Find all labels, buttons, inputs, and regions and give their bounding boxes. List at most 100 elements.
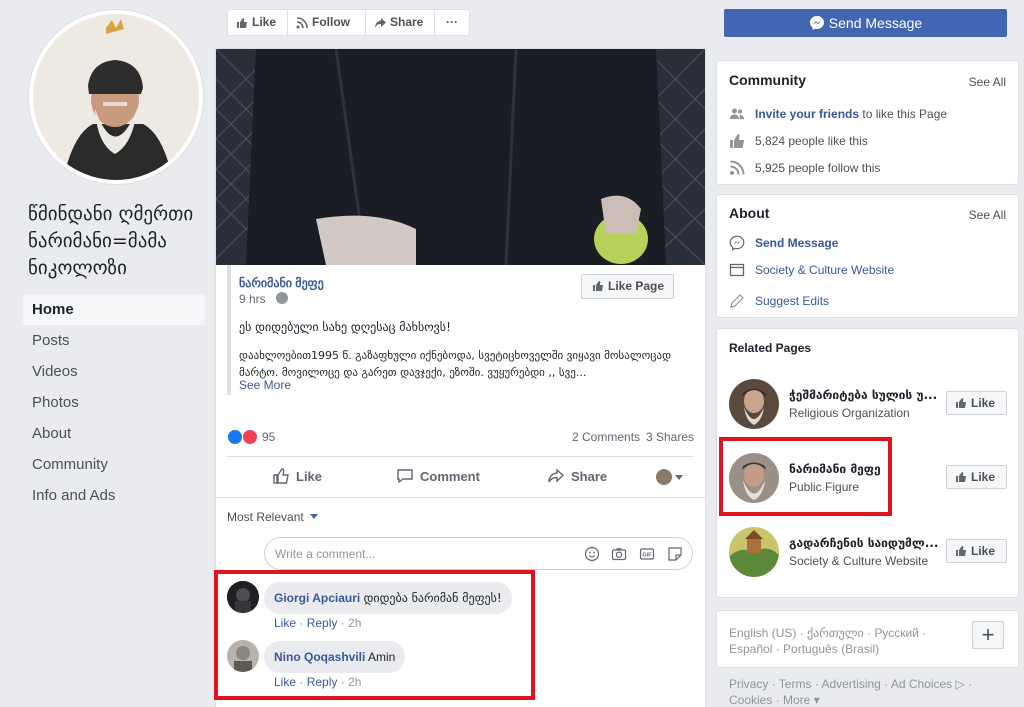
- send-message-button[interactable]: Send Message: [724, 9, 1007, 37]
- thumbs-up-icon: [730, 134, 744, 148]
- browser-window-icon: [729, 263, 745, 277]
- related-page-avatar[interactable]: [729, 527, 779, 577]
- language-list[interactable]: English (US) · ქართული · Русский ·: [729, 626, 926, 640]
- reaction-count[interactable]: 95: [262, 430, 275, 444]
- post-like-button[interactable]: Like: [272, 466, 322, 490]
- messenger-icon: [809, 16, 824, 30]
- community-card: Community See All Invite your friends to…: [716, 60, 1019, 185]
- about-card: About See All Send Message Society & Cul…: [716, 194, 1019, 318]
- share-label: Share: [571, 469, 608, 484]
- related-page-category: Religious Organization: [789, 406, 910, 420]
- post-share-button[interactable]: Share: [547, 466, 607, 490]
- about-send-message-link[interactable]: Send Message: [755, 236, 838, 250]
- chevron-down-icon: [310, 514, 319, 519]
- audience-selector[interactable]: [656, 469, 684, 485]
- post-text-line: დაახლოებით1995 წ. გაზაფხული იქნებოდა, სვ…: [239, 349, 672, 362]
- follow-button[interactable]: Follow: [288, 10, 366, 35]
- see-more-link[interactable]: See More: [239, 378, 291, 392]
- rss-icon: [730, 160, 745, 175]
- pencil-icon: [730, 294, 744, 308]
- nav-item-videos[interactable]: Videos: [23, 356, 205, 387]
- commenter-avatar[interactable]: [227, 581, 259, 613]
- category-link[interactable]: Society & Culture Website: [755, 263, 894, 277]
- camera-icon[interactable]: [611, 546, 627, 562]
- related-page-like-button[interactable]: Like: [946, 539, 1007, 563]
- thumbs-up-icon: [593, 281, 603, 291]
- like-label: Like: [252, 15, 277, 29]
- shared-post-author[interactable]: ნარიმანი მეფე: [239, 276, 324, 290]
- gif-icon[interactable]: GIF: [639, 546, 655, 562]
- about-send-message-row: Send Message: [729, 235, 838, 251]
- post-timestamp[interactable]: 9 hrs: [239, 292, 266, 306]
- comment-author[interactable]: Nino Qoqashvili: [274, 650, 365, 664]
- like-label: Like: [971, 544, 996, 558]
- more-options-button[interactable]: ···: [435, 10, 469, 35]
- like-page-label: Like Page: [608, 279, 665, 293]
- page-nav: Home Posts Videos Photos About Community…: [23, 294, 205, 511]
- post-comment-button[interactable]: Comment: [396, 466, 480, 490]
- page-title[interactable]: წმინდანი ღმერთი ნარიმანი=მამა ნიკოლოზი: [28, 201, 208, 282]
- languages-card: English (US) · ქართული · Русский · Españ…: [716, 610, 1019, 668]
- like-label: Like: [296, 469, 323, 484]
- share-page-button[interactable]: Share: [366, 10, 435, 35]
- shares-count[interactable]: 3 Shares: [646, 430, 694, 444]
- comment-like-link[interactable]: Like: [274, 675, 296, 689]
- post-text-body: დაახლოებით1995 წ. გაზაფხული იქნებოდა, სვ…: [239, 347, 689, 381]
- like-page-button[interactable]: Like Page: [581, 274, 674, 299]
- related-page-like-button[interactable]: Like: [946, 391, 1007, 415]
- invite-friends-link[interactable]: Invite your friends: [755, 107, 859, 121]
- about-see-all-link[interactable]: See All: [969, 208, 1006, 222]
- comment-like-link[interactable]: Like: [274, 616, 296, 630]
- globe-icon: [276, 292, 288, 304]
- nav-item-community[interactable]: Community: [23, 449, 205, 480]
- comment-text: Amin: [368, 650, 396, 664]
- nav-item-photos[interactable]: Photos: [23, 387, 205, 418]
- add-language-button[interactable]: +: [972, 621, 1004, 649]
- comment-author[interactable]: Giorgi Apciauri: [274, 591, 360, 605]
- nav-item-info-and-ads[interactable]: Info and Ads: [23, 480, 205, 511]
- comment-time[interactable]: 2h: [348, 616, 361, 630]
- emoji-icon[interactable]: [584, 546, 600, 562]
- sort-label: Most Relevant: [227, 510, 304, 524]
- suggest-edits-row: Suggest Edits: [729, 293, 829, 309]
- related-page-like-button[interactable]: Like: [946, 465, 1007, 489]
- related-page-name[interactable]: გადარჩენის საიდუმლ...: [789, 536, 939, 550]
- language-list[interactable]: Español · Português (Brasil): [729, 642, 879, 656]
- page-title-line: ნარიმანი=მამა: [28, 230, 167, 252]
- follow-label: Follow: [312, 15, 350, 29]
- comment-time[interactable]: 2h: [348, 675, 361, 689]
- invite-friends-row: Invite your friends to like this Page: [729, 106, 947, 122]
- comment-bubble: Nino Qoqashvili Amin: [264, 641, 406, 673]
- comment-sort-dropdown[interactable]: Most Relevant: [227, 510, 319, 524]
- chevron-down-icon: [675, 475, 683, 480]
- comment-bubble: Giorgi Apciauri დიდება ნარიმან მეფეს!: [264, 582, 512, 614]
- likes-count[interactable]: 5,824 people like this: [755, 134, 868, 148]
- nav-item-about[interactable]: About: [23, 418, 205, 449]
- community-title: Community: [729, 72, 806, 88]
- comment-reply-link[interactable]: Reply: [307, 616, 338, 630]
- comment-text: დიდება ნარიმან მეფეს!: [363, 591, 502, 605]
- footer-links[interactable]: Privacy · Terms · Advertising · Ad Choic…: [729, 677, 972, 691]
- sticker-icon[interactable]: [667, 546, 683, 562]
- nav-item-home[interactable]: Home: [23, 294, 205, 325]
- commenter-avatar[interactable]: [227, 640, 259, 672]
- suggest-edits-link[interactable]: Suggest Edits: [755, 294, 829, 308]
- comment-reply-link[interactable]: Reply: [307, 675, 338, 689]
- nav-item-posts[interactable]: Posts: [23, 325, 205, 356]
- profile-picture[interactable]: [33, 14, 199, 180]
- follows-count[interactable]: 5,925 people follow this: [755, 161, 880, 175]
- page-action-toolbar: Like Follow Share ···: [227, 9, 470, 36]
- svg-text:GIF: GIF: [642, 553, 652, 559]
- thumbs-up-icon: [273, 468, 289, 484]
- related-page-avatar[interactable]: [729, 379, 779, 429]
- reactions-summary[interactable]: [227, 429, 267, 445]
- comment-bubble-icon: [397, 469, 413, 484]
- comments-count[interactable]: 2 Comments: [572, 430, 640, 444]
- related-pages-title: Related Pages: [729, 341, 812, 355]
- post-photo[interactable]: [216, 49, 705, 265]
- footer-links[interactable]: Cookies · More ▾: [729, 693, 820, 707]
- related-page-name[interactable]: ჭეშმარიტება სულის უ...: [789, 388, 939, 402]
- like-page-button[interactable]: Like: [228, 10, 288, 35]
- community-see-all-link[interactable]: See All: [969, 75, 1006, 89]
- like-label: Like: [971, 396, 996, 410]
